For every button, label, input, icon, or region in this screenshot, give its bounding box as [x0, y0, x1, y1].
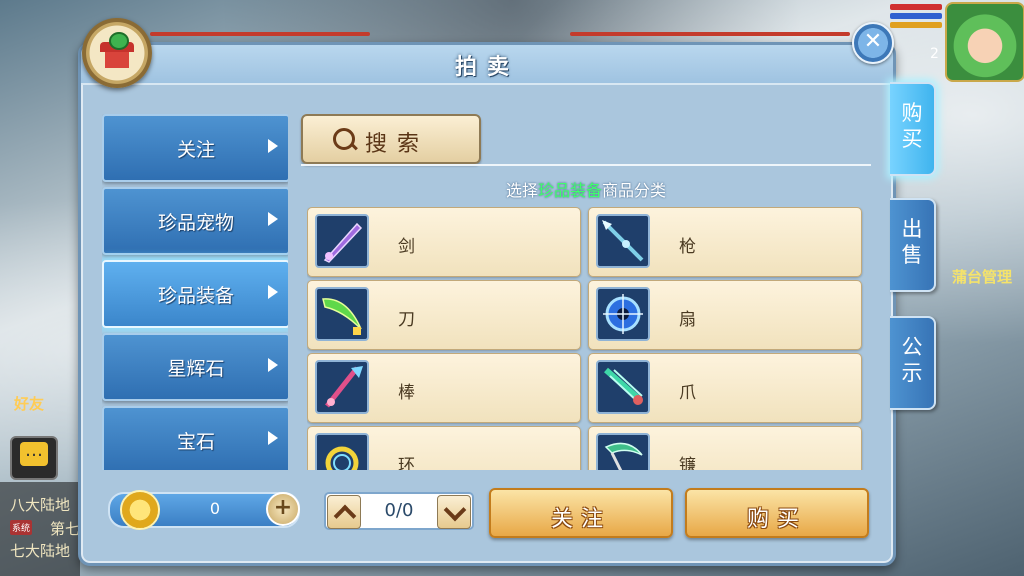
item-thumbnail: [315, 360, 369, 414]
item-thumbnail: [596, 360, 650, 414]
player-status-bars: [890, 4, 942, 31]
scythe-icon: [604, 442, 643, 470]
item-thumbnail: [596, 433, 650, 470]
staff-icon: [325, 366, 363, 408]
category-rare-pets[interactable]: 珍品宠物: [102, 187, 288, 255]
chat-tag: 系统: [10, 520, 33, 535]
category-hint: 选择珍品装备商品分类: [505, 181, 667, 200]
sword-icon: [323, 222, 363, 263]
item-type-grid: 剑 枪 刀 扇 棒 爪 环 镰: [307, 207, 867, 470]
item-thumbnail: [596, 287, 650, 341]
close-button[interactable]: ✕: [852, 22, 894, 64]
player-avatar[interactable]: [945, 2, 1024, 82]
auction-house-emblem: [82, 18, 152, 88]
spear-icon: [602, 220, 644, 262]
category-label: 珍品宠物: [157, 212, 234, 234]
follow-button[interactable]: 关注: [489, 488, 673, 538]
search-icon: [333, 128, 355, 150]
buy-button[interactable]: 购买: [685, 488, 869, 538]
item-name: 刀: [398, 310, 415, 330]
category-gems[interactable]: 宝石: [102, 406, 288, 470]
chat-line: 八大陆地: [10, 496, 71, 514]
page-down-button[interactable]: [437, 495, 471, 529]
buy-label: 购买: [746, 507, 807, 532]
page-selector: 0/0: [324, 492, 474, 530]
search-button[interactable]: 搜索: [301, 114, 481, 164]
blade-icon: [322, 298, 362, 335]
category-label: 关注: [176, 139, 215, 161]
category-rare-equipment[interactable]: 珍品装备: [102, 260, 288, 328]
category-label: 珍品装备: [157, 285, 234, 307]
category-label: 星辉石: [167, 358, 225, 380]
item-type-spear[interactable]: 枪: [588, 207, 862, 277]
hint-highlight: 珍品装备: [537, 181, 602, 200]
item-type-ring[interactable]: 环: [307, 426, 581, 470]
chat-line: 七大陆地: [10, 542, 71, 560]
item-name: 枪: [679, 237, 696, 257]
category-follow[interactable]: 关注: [102, 114, 288, 182]
arrow-right-icon: [268, 139, 278, 153]
tab-announcement[interactable]: 公示: [890, 316, 936, 410]
fan-icon: [603, 294, 643, 334]
item-name: 棒: [398, 383, 415, 403]
arrow-right-icon: [268, 358, 278, 372]
item-name: 环: [398, 456, 415, 470]
tab-label: 公示: [901, 335, 923, 385]
item-type-fan[interactable]: 扇: [588, 280, 862, 350]
tab-label: 出售: [901, 217, 923, 267]
panel-titlebar: 拍卖: [81, 45, 893, 85]
item-thumbnail: [315, 214, 369, 268]
chat-log[interactable]: 八大陆地 系统 第七 七大陆地: [0, 482, 80, 576]
item-name: 爪: [679, 383, 696, 403]
divider: [301, 164, 871, 166]
arrow-right-icon: [268, 431, 278, 445]
top-number: 2: [930, 46, 939, 62]
item-type-claw[interactable]: 爪: [588, 353, 862, 423]
item-name: 镰: [679, 456, 696, 470]
panel-title: 拍卖: [454, 55, 519, 80]
rope-decoration: [570, 32, 850, 36]
category-list: 关注 珍品宠物 珍品装备 星辉石 宝石: [102, 114, 288, 470]
item-type-scythe[interactable]: 镰: [588, 426, 862, 470]
tab-buy[interactable]: 购买: [890, 82, 936, 176]
tab-sell[interactable]: 出售: [890, 198, 936, 292]
follow-label: 关注: [550, 507, 611, 532]
chevron-down-icon: [443, 498, 467, 522]
rope-decoration: [150, 32, 370, 36]
add-currency-button[interactable]: +: [266, 492, 300, 526]
item-name: 扇: [679, 310, 696, 330]
item-type-staff[interactable]: 棒: [307, 353, 581, 423]
chat-icon[interactable]: [10, 436, 58, 480]
arrow-right-icon: [268, 212, 278, 226]
chevron-up-icon: [333, 504, 357, 528]
arrow-right-icon: [268, 285, 278, 299]
item-thumbnail: [315, 433, 369, 470]
category-label: 宝石: [176, 431, 215, 453]
claw-icon: [604, 367, 643, 405]
friend-label[interactable]: 好友: [14, 393, 44, 414]
ring-icon: [325, 446, 359, 470]
pavilion-icon: [100, 32, 134, 70]
npc-name-label: 蒲台管理: [952, 268, 1013, 286]
category-star-stone[interactable]: 星辉石: [102, 333, 288, 401]
chat-line: 第七: [50, 520, 81, 538]
item-thumbnail: [315, 287, 369, 341]
item-type-sword[interactable]: 剑: [307, 207, 581, 277]
search-label: 搜索: [365, 132, 430, 157]
item-thumbnail: [596, 214, 650, 268]
tab-label: 购买: [901, 101, 923, 151]
currency-display: 0 +: [108, 490, 300, 530]
page-up-button[interactable]: [327, 495, 361, 529]
item-name: 剑: [398, 237, 415, 257]
item-type-blade[interactable]: 刀: [307, 280, 581, 350]
page-indicator: 0/0: [384, 500, 414, 521]
